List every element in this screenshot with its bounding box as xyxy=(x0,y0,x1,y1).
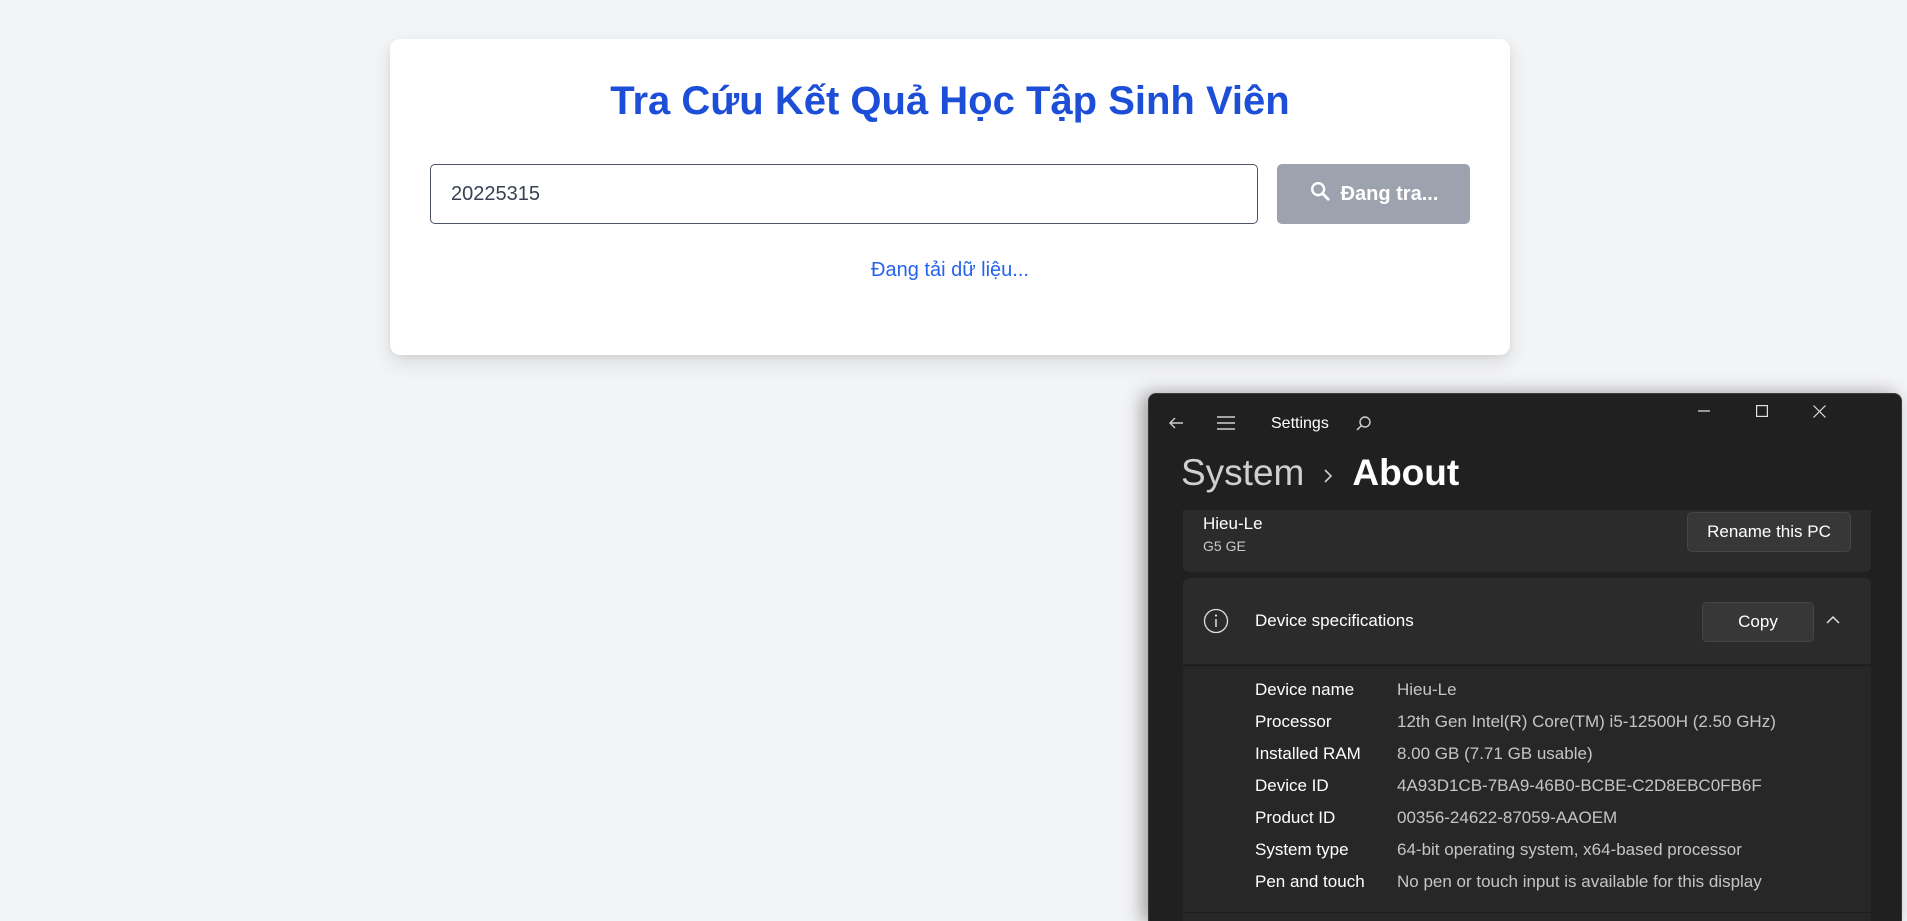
device-specs-body: Device name Hieu-Le Processor 12th Gen I… xyxy=(1183,665,1871,921)
device-specs-header[interactable]: Device specifications Copy xyxy=(1183,578,1871,664)
copy-button[interactable]: Copy xyxy=(1702,602,1814,642)
spec-row: Installed RAM 8.00 GB (7.71 GB usable) xyxy=(1255,744,1593,764)
maximize-icon[interactable] xyxy=(1739,394,1785,428)
spec-label: Device ID xyxy=(1255,776,1329,795)
settings-window: Settings System About Hieu-Le G5 GE Rena… xyxy=(1148,393,1902,921)
search-button[interactable]: Đang tra... xyxy=(1277,164,1470,224)
search-icon[interactable] xyxy=(1346,406,1380,440)
window-title: Settings xyxy=(1271,415,1329,432)
spec-label: Processor xyxy=(1255,712,1332,731)
spec-label: Product ID xyxy=(1255,808,1336,827)
page-title: Tra Cứu Kết Quả Học Tập Sinh Viên xyxy=(610,79,1290,123)
divider xyxy=(1183,912,1871,913)
student-id-input[interactable] xyxy=(430,164,1258,224)
back-arrow-icon[interactable] xyxy=(1159,406,1193,440)
spec-row: Pen and touch No pen or touch input is a… xyxy=(1255,872,1762,892)
settings-content: Hieu-Le G5 GE Rename this PC Device spec… xyxy=(1149,510,1901,921)
spec-row: Device name Hieu-Le xyxy=(1255,680,1457,700)
pc-model: G5 GE xyxy=(1203,538,1246,554)
spec-value: 4A93D1CB-7BA9-46B0-BCBE-C2D8EBC0FB6F xyxy=(1397,776,1762,795)
chevron-right-icon xyxy=(1322,452,1334,494)
spec-value: Hieu-Le xyxy=(1397,680,1457,699)
minimize-icon[interactable] xyxy=(1681,394,1727,428)
search-icon xyxy=(1309,180,1331,208)
pc-name-card: Hieu-Le G5 GE Rename this PC xyxy=(1183,510,1871,572)
info-icon xyxy=(1203,608,1229,639)
breadcrumb-parent[interactable]: System xyxy=(1181,452,1304,494)
loading-status: Đang tải dữ liệu... xyxy=(871,259,1029,281)
spec-row: Product ID 00356-24622-87059-AAOEM xyxy=(1255,808,1617,828)
desktop: Tra Cứu Kết Quả Học Tập Sinh Viên Đang t… xyxy=(0,0,1907,921)
rename-pc-button[interactable]: Rename this PC xyxy=(1687,512,1851,552)
pc-name: Hieu-Le xyxy=(1203,514,1263,533)
breadcrumb: System About xyxy=(1181,452,1459,494)
hamburger-menu-icon[interactable] xyxy=(1209,406,1243,440)
title-bar[interactable]: Settings xyxy=(1149,394,1901,454)
breadcrumb-current: About xyxy=(1352,452,1460,493)
search-button-label: Đang tra... xyxy=(1340,182,1439,205)
lookup-card: Tra Cứu Kết Quả Học Tập Sinh Viên Đang t… xyxy=(390,39,1510,355)
spec-value: 00356-24622-87059-AAOEM xyxy=(1397,808,1618,827)
spec-label: System type xyxy=(1255,840,1349,859)
device-specs-title: Device specifications xyxy=(1255,611,1414,630)
spec-label: Installed RAM xyxy=(1255,744,1361,763)
spec-label: Device name xyxy=(1255,680,1355,699)
spec-value: 64-bit operating system, x64-based proce… xyxy=(1397,840,1742,859)
spec-row: System type 64-bit operating system, x64… xyxy=(1255,840,1742,860)
close-icon[interactable] xyxy=(1796,394,1842,428)
spec-row: Processor 12th Gen Intel(R) Core(TM) i5-… xyxy=(1255,712,1776,732)
chevron-up-icon[interactable] xyxy=(1825,613,1841,631)
spec-row: Device ID 4A93D1CB-7BA9-46B0-BCBE-C2D8EB… xyxy=(1255,776,1762,796)
spec-value: 8.00 GB (7.71 GB usable) xyxy=(1397,744,1593,763)
spec-value: 12th Gen Intel(R) Core(TM) i5-12500H (2.… xyxy=(1397,712,1776,731)
spec-value: No pen or touch input is available for t… xyxy=(1397,872,1762,891)
spec-label: Pen and touch xyxy=(1255,872,1365,891)
